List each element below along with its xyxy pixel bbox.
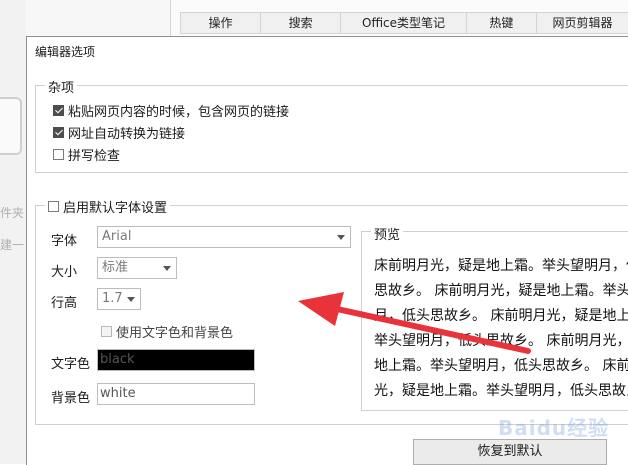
background-tab-bar: 操作 搜索 Office类型笔记 热键 网页剪辑器 [180,12,628,34]
dialog-title: 编辑器选项 [35,45,96,59]
tab-web-clipper[interactable]: 网页剪辑器 [536,13,628,33]
option-label: 网址自动转换为链接 [68,127,186,142]
editor-options-dialog: 编辑器选项 杂项 粘贴网页内容的时候，包含网页的链接 网址自动转换为链接 拼写检… [26,36,628,465]
font-settings-legend: 启用默认字体设置 [63,201,168,216]
tab-office-notes[interactable]: Office类型笔记 [340,13,466,33]
line-height-select[interactable]: 1.7 [97,288,141,310]
chevron-down-icon [337,235,345,240]
option-auto-link[interactable]: 网址自动转换为链接 [53,123,185,142]
text-color-field[interactable]: black [97,349,255,371]
bg-color-field[interactable]: white [97,383,255,405]
background-fragment: 件夹 [0,206,25,220]
background-fragment: 建一 [0,238,25,252]
option-include-links[interactable]: 粘贴网页内容的时候，包含网页的链接 [53,101,289,120]
bg-color-label: 背景色 [51,391,91,406]
tab-search[interactable]: 搜索 [260,13,340,33]
misc-group-legend: 杂项 [45,77,78,96]
tab-hotkeys[interactable]: 热键 [465,13,536,33]
checkbox-checked-icon[interactable] [53,127,64,138]
chevron-down-icon [163,266,171,271]
checkbox-unchecked-icon[interactable] [101,326,112,337]
font-select-value: Arial [102,229,132,244]
option-label: 粘贴网页内容的时候，包含网页的链接 [68,105,290,120]
font-label: 字体 [51,234,78,249]
checkbox-unchecked-icon[interactable] [48,201,59,212]
restore-defaults-button[interactable]: 恢复到默认 [413,439,607,465]
use-text-bg-colors[interactable]: 使用文字色和背景色 [101,322,233,341]
font-select[interactable]: Arial [97,226,351,248]
checkbox-unchecked-icon[interactable] [53,149,64,160]
text-color-label: 文字色 [51,357,91,372]
option-label: 拼写检查 [68,149,121,164]
enable-default-font[interactable]: 启用默认字体设置 [45,197,171,216]
size-select[interactable]: 标准 [97,257,177,279]
preview-panel: 床前明月光，疑是地上霜。举头望明月，低头思故乡。 床前明月光，疑是地上霜。举头望… [361,231,628,411]
preview-text: 床前明月光，疑是地上霜。举头望明月，低头思故乡。 床前明月光，疑是地上霜。举头望… [374,258,628,399]
option-spellcheck[interactable]: 拼写检查 [53,145,120,164]
line-height-select-value: 1.7 [102,291,123,306]
chevron-down-icon [127,297,135,302]
watermark: Baidu经验 [498,416,610,440]
tab-operations[interactable]: 操作 [180,13,260,33]
checkbox-checked-icon[interactable] [53,105,64,116]
line-height-label: 行高 [51,296,78,311]
preview-legend: 预览 [371,224,404,243]
size-select-value: 标准 [102,260,129,275]
use-colors-label: 使用文字色和背景色 [116,326,234,341]
background-left-card [0,97,22,155]
background-left-panel [0,0,26,464]
size-label: 大小 [51,265,78,280]
